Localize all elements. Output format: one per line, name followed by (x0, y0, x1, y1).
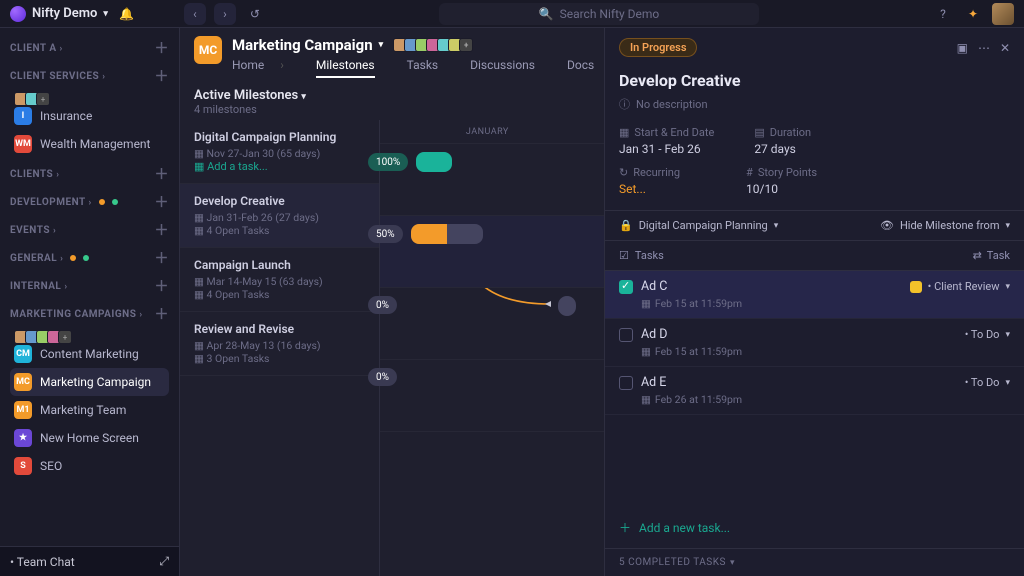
milestone-card[interactable]: Campaign Launch▦ Mar 14-May 15 (63 days)… (180, 248, 379, 312)
task-status[interactable]: • To Do ▾ (965, 328, 1010, 341)
search-placeholder: Search Nifty Demo (560, 7, 660, 21)
nav-forward-button[interactable]: › (214, 3, 236, 25)
chevron-down-icon: ▾ (379, 40, 384, 50)
project-tabs: Home›MilestonesTasksDiscussionsDocsFiles (232, 58, 651, 78)
eye-icon: 👁 (880, 219, 894, 232)
archive-icon[interactable]: ▣ (957, 41, 968, 55)
search-icon: 🔍 (539, 7, 554, 21)
date-value[interactable]: Jan 31 - Feb 26 (619, 142, 714, 156)
milestone-detail-panel: In Progress ▣ ⋯ ✕ Develop Creative ⓘNo d… (604, 28, 1024, 576)
recurring-set[interactable]: Set... (619, 182, 680, 196)
task-status[interactable]: • To Do ▾ (965, 376, 1010, 389)
chevron-down-icon: ▾ (103, 9, 108, 19)
sidebar-item-new-home-screen[interactable]: ★New Home Screen (10, 424, 169, 452)
add-icon[interactable]: ＋ (155, 38, 170, 58)
group-client-services[interactable]: CLIENT SERVICES › ＋ (10, 64, 169, 88)
task-checkbox[interactable] (619, 376, 633, 390)
tab-discussions[interactable]: Discussions (470, 58, 535, 78)
milestone-list: Digital Campaign Planning▦ Nov 27-Jan 30… (180, 120, 380, 576)
group-general[interactable]: GENERAL › ＋ (10, 246, 169, 270)
group-clients[interactable]: CLIENTS › ＋ (10, 162, 169, 186)
tab-tasks[interactable]: Tasks (407, 58, 439, 78)
member-avatars[interactable]: + (389, 38, 470, 52)
add-new-task[interactable]: ＋ Add a new task... (605, 507, 1024, 548)
expand-icon: ⤢ (159, 554, 169, 569)
close-icon[interactable]: ✕ (1000, 41, 1010, 55)
storypoints-value[interactable]: 10/10 (746, 182, 817, 196)
more-icon[interactable]: ⋯ (978, 41, 990, 55)
task-row[interactable]: Ad C• Client Review ▾▦Feb 15 at 11:59pm (605, 271, 1024, 319)
calendar-icon: ▦ (641, 393, 651, 406)
add-icon[interactable]: ＋ (155, 192, 170, 212)
calendar-icon: ▦ (641, 297, 651, 310)
lock-icon: 🔒 (619, 219, 633, 232)
history-icon[interactable]: ↺ (244, 3, 266, 25)
sidebar-item-content-marketing[interactable]: CMContent Marketing (10, 340, 169, 368)
milestone-card[interactable]: Develop Creative▦ Jan 31-Feb 26 (27 days… (180, 184, 379, 248)
user-avatar[interactable] (992, 3, 1014, 25)
project-title[interactable]: Marketing Campaign ▾ + (232, 36, 651, 54)
group-client-a[interactable]: CLIENT A › ＋ (10, 36, 169, 60)
sidebar-item-marketing-campaign[interactable]: MCMarketing Campaign (10, 368, 169, 396)
calendar-icon: ▦ (619, 126, 629, 139)
add-icon[interactable]: ＋ (155, 220, 170, 240)
workspace-switcher[interactable]: Nifty Demo ▾ (10, 6, 108, 22)
add-icon[interactable]: ＋ (155, 276, 170, 296)
info-icon: ⓘ (619, 96, 630, 112)
month-january: JANUARY (380, 120, 595, 143)
task-row[interactable]: Ad E• To Do ▾▦Feb 26 at 11:59pm (605, 367, 1024, 415)
task-checkbox[interactable] (619, 328, 633, 342)
task-checkbox[interactable] (619, 280, 633, 294)
tab-milestones[interactable]: Milestones (316, 58, 375, 78)
open-tasks: ▦ 4 Open Tasks (194, 288, 365, 301)
group-internal[interactable]: INTERNAL › ＋ (10, 274, 169, 298)
sidebar-item-insurance[interactable]: IInsurance (10, 102, 169, 130)
group-marketing-campaigns[interactable]: MARKETING CAMPAIGNS › ＋ (10, 302, 169, 326)
dependency-row[interactable]: 🔒Digital Campaign Planning ▾ 👁Hide Miles… (605, 210, 1024, 241)
group-development[interactable]: DEVELOPMENT › ＋ (10, 190, 169, 214)
duration-value: 27 days (754, 142, 811, 156)
group-events[interactable]: EVENTS › ＋ (10, 218, 169, 242)
add-task-shortcut[interactable]: ⇄ Task (973, 249, 1010, 262)
global-search[interactable]: 🔍 Search Nifty Demo (439, 3, 759, 25)
sidebar-item-seo[interactable]: SSEO (10, 452, 169, 480)
tasks-label: Tasks (635, 249, 664, 262)
nifty-logo-icon (10, 6, 26, 22)
open-tasks: ▦ 3 Open Tasks (194, 352, 365, 365)
milestone-card[interactable]: Review and Revise▦ Apr 28-May 13 (16 day… (180, 312, 379, 376)
calendar-icon: ▦ (641, 345, 651, 358)
recurring-icon: ↻ (619, 166, 628, 179)
task-status[interactable]: • Client Review ▾ (910, 280, 1010, 293)
completed-toggle[interactable]: 5 COMPLETED TASKS ▾ (605, 548, 1024, 576)
sidebar-item-wealth-management[interactable]: WMWealth Management (10, 130, 169, 158)
wand-icon[interactable]: ✦ (962, 3, 984, 25)
add-icon[interactable]: ＋ (155, 164, 170, 184)
sidebar-item-marketing-team[interactable]: M1Marketing Team (10, 396, 169, 424)
open-tasks: ▦ 4 Open Tasks (194, 224, 365, 237)
project-avatar: MC (194, 36, 222, 64)
duration-icon: ▤ (754, 126, 764, 139)
points-icon: # (746, 166, 753, 179)
status-chip[interactable]: In Progress (619, 38, 697, 57)
add-task-link[interactable]: ▦ Add a task... (194, 160, 365, 173)
team-chat[interactable]: • Team Chat ⤢ (0, 546, 179, 576)
sidebar: CLIENT A › ＋CLIENT SERVICES › ＋+IInsuran… (0, 28, 180, 576)
tab-docs[interactable]: Docs (567, 58, 594, 78)
task-row[interactable]: Ad D• To Do ▾▦Feb 15 at 11:59pm (605, 319, 1024, 367)
description[interactable]: ⓘNo description (619, 96, 1010, 112)
bell-icon[interactable]: 🔔 (116, 3, 138, 25)
tasks-icon: ☑ (619, 249, 629, 262)
help-icon[interactable]: ? (932, 3, 954, 25)
panel-title[interactable]: Develop Creative (619, 71, 1010, 90)
nav-back-button[interactable]: ‹ (184, 3, 206, 25)
topbar: Nifty Demo ▾ 🔔 ‹ › ↺ 🔍 Search Nifty Demo… (0, 0, 1024, 28)
workspace-name: Nifty Demo (32, 6, 97, 21)
tab-home[interactable]: Home (232, 58, 264, 78)
add-icon[interactable]: ＋ (155, 66, 170, 86)
add-icon[interactable]: ＋ (155, 248, 170, 268)
add-icon[interactable]: ＋ (155, 304, 170, 324)
milestone-card[interactable]: Digital Campaign Planning▦ Nov 27-Jan 30… (180, 120, 379, 184)
